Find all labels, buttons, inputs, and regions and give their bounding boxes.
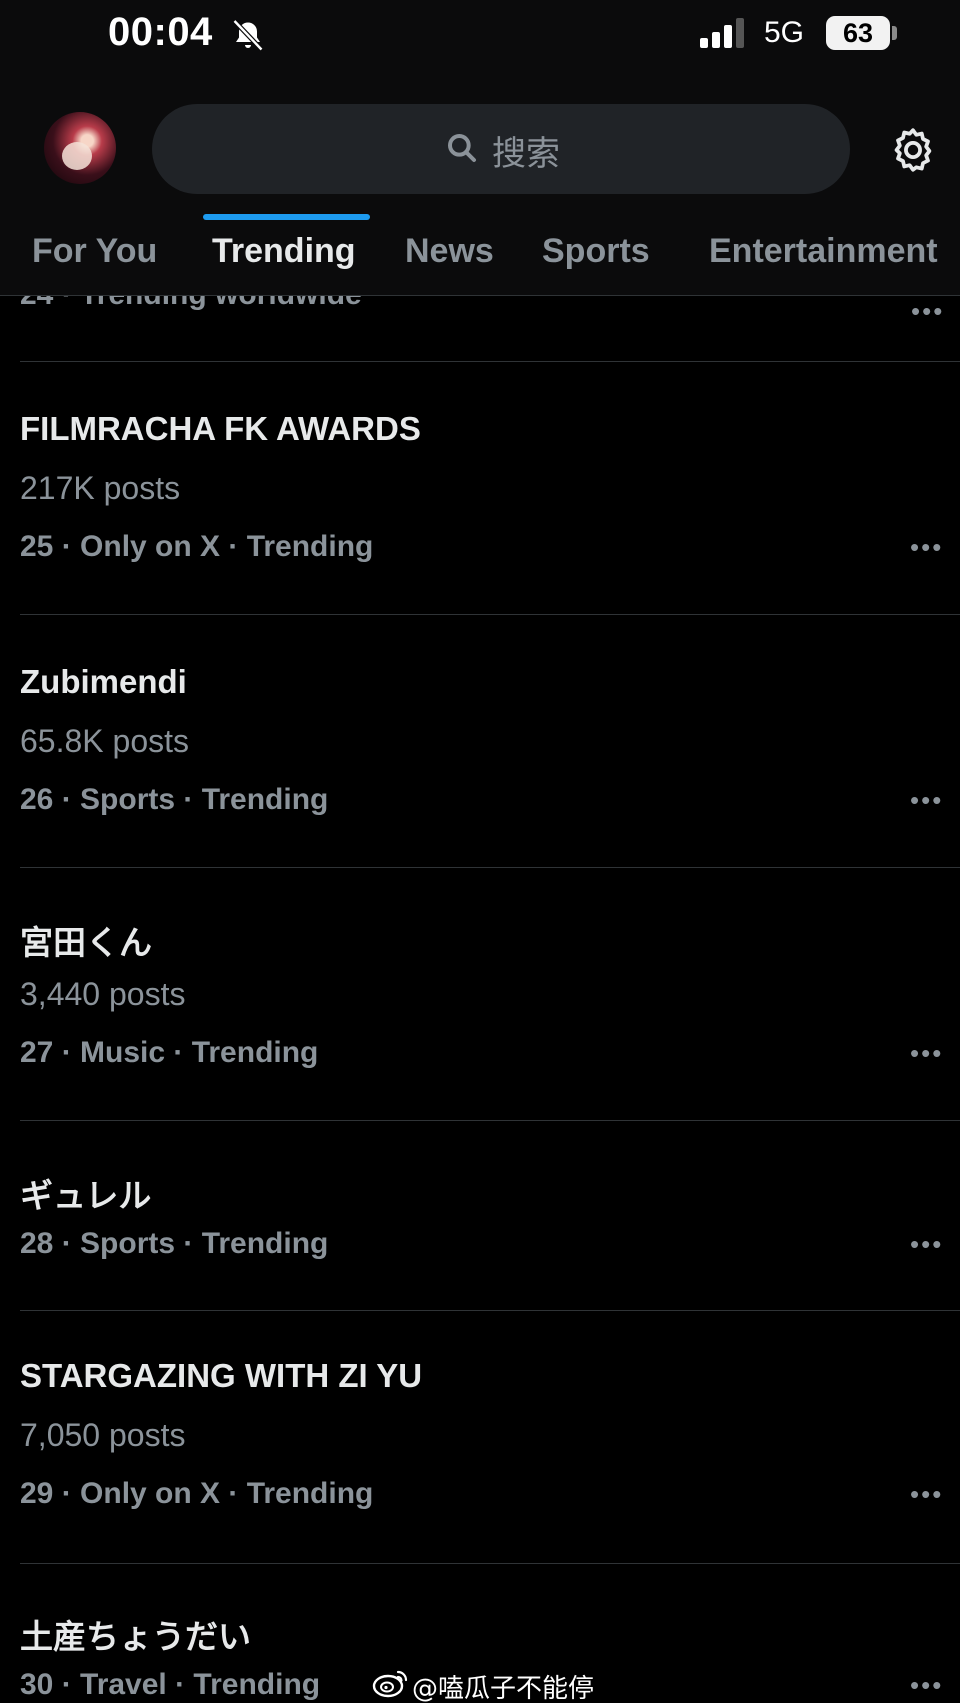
search-icon bbox=[448, 134, 476, 162]
trend-title: Zubimendi bbox=[20, 663, 187, 700]
more-icon[interactable]: ••• bbox=[910, 1479, 943, 1510]
trend-meta: 28 · Sports · Trending bbox=[20, 1227, 329, 1260]
tab-for-you[interactable]: For You bbox=[32, 232, 157, 271]
trend-post-count: 7,050 posts bbox=[20, 1417, 186, 1453]
bell-muted-icon bbox=[232, 19, 264, 52]
more-icon[interactable]: ••• bbox=[910, 1038, 943, 1069]
search-placeholder: 搜索 bbox=[492, 134, 560, 174]
trend-meta: 24 · Trending worldwide bbox=[20, 296, 362, 312]
trend-title: 宮田くん bbox=[20, 924, 152, 961]
explore-header: 搜索 For You Trending News Sports Entertai… bbox=[0, 70, 960, 296]
tab-trending[interactable]: Trending bbox=[212, 232, 356, 271]
trend-meta: 25 · Only on X · Trending bbox=[20, 530, 374, 563]
trend-post-count: 3,440 posts bbox=[20, 976, 186, 1012]
tab-news[interactable]: News bbox=[405, 232, 494, 271]
trend-meta: 29 · Only on X · Trending bbox=[20, 1477, 374, 1510]
weibo-icon bbox=[372, 1670, 408, 1698]
network-type: 5G bbox=[764, 16, 805, 49]
trend-title: STARGAZING WITH ZI YU bbox=[20, 1357, 423, 1394]
partial-trend-row[interactable]: 24 · Trending worldwide ••• bbox=[0, 296, 960, 316]
status-bar: 00:04 5G 63 bbox=[0, 0, 960, 70]
signal-bars-icon bbox=[700, 18, 744, 48]
more-icon[interactable]: ••• bbox=[910, 785, 943, 816]
trend-meta: 27 · Music · Trending bbox=[20, 1036, 319, 1069]
more-icon[interactable]: ••• bbox=[910, 1229, 943, 1260]
trend-item[interactable]: Zubimendi 65.8K posts 26 · Sports · Tren… bbox=[0, 615, 960, 867]
gear-icon[interactable] bbox=[888, 125, 938, 175]
trend-item[interactable]: STARGAZING WITH ZI YU 7,050 posts 29 · O… bbox=[0, 1311, 960, 1563]
battery-icon: 63 bbox=[826, 16, 890, 50]
trend-meta: 30 · Travel · Trending bbox=[20, 1668, 321, 1701]
watermark-text: @嗑瓜子不能停 bbox=[412, 1674, 595, 1703]
trend-title: 土産ちょうだい bbox=[20, 1618, 251, 1655]
avatar[interactable] bbox=[44, 112, 116, 184]
more-icon[interactable]: ••• bbox=[910, 532, 943, 563]
active-tab-indicator bbox=[203, 214, 370, 220]
trend-title: ギュレル bbox=[20, 1177, 152, 1214]
search-bar[interactable]: 搜索 bbox=[152, 104, 850, 194]
trend-item[interactable]: 宮田くん 3,440 posts 27 · Music · Trending •… bbox=[0, 868, 960, 1120]
trend-item[interactable]: ギュレル 28 · Sports · Trending ••• bbox=[0, 1121, 960, 1310]
tab-sports[interactable]: Sports bbox=[542, 232, 650, 271]
tab-entertainment[interactable]: Entertainment bbox=[709, 232, 938, 271]
battery-tip bbox=[892, 26, 897, 40]
status-time: 00:04 bbox=[108, 10, 213, 54]
trend-post-count: 65.8K posts bbox=[20, 723, 189, 759]
trend-title: FILMRACHA FK AWARDS bbox=[20, 410, 421, 447]
trend-meta: 26 · Sports · Trending bbox=[20, 783, 329, 816]
more-icon[interactable]: ••• bbox=[911, 296, 944, 316]
trend-post-count: 217K posts bbox=[20, 470, 181, 506]
trend-item[interactable]: FILMRACHA FK AWARDS 217K posts 25 · Only… bbox=[0, 362, 960, 614]
more-icon[interactable]: ••• bbox=[910, 1670, 943, 1701]
tab-bar: For You Trending News Sports Entertainme… bbox=[0, 216, 960, 296]
